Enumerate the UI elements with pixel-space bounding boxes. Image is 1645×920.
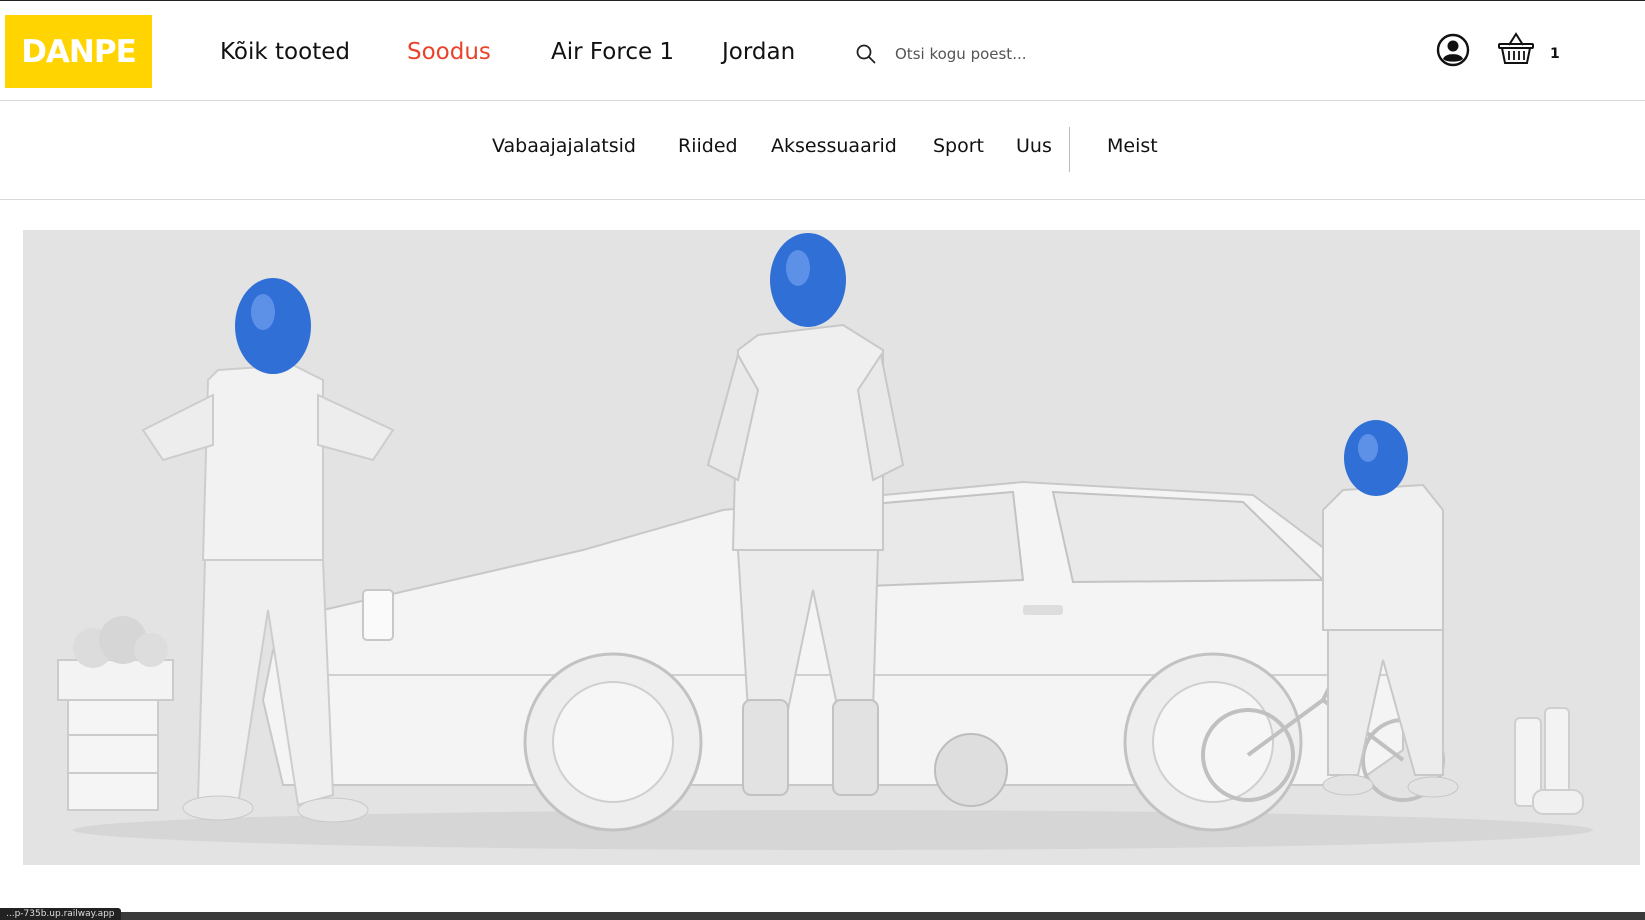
helmet-right [1344, 420, 1408, 496]
nav-sale[interactable]: Soodus [407, 34, 491, 70]
link-status-tooltip: ...p-735b.up.railway.app [0, 908, 121, 920]
category-clothing[interactable]: Riided [678, 135, 738, 157]
helmet-left [235, 278, 311, 374]
browser-bottom-edge [0, 912, 1645, 920]
hero-illustration [23, 230, 1640, 865]
cart-count-badge: 1 [1550, 46, 1560, 62]
category-sport[interactable]: Sport [933, 135, 984, 157]
nav-all-products[interactable]: Kõik tooted [220, 34, 350, 70]
search-icon[interactable] [855, 43, 877, 65]
hero-banner[interactable] [23, 230, 1640, 865]
category-casual-shoes[interactable]: Vabaajajalatsid [492, 135, 636, 157]
nav-divider [1069, 127, 1070, 172]
nav-air-force-1[interactable]: Air Force 1 [551, 34, 674, 70]
category-new[interactable]: Uus [1016, 135, 1052, 157]
category-nav: Vabaajajalatsid Riided Aksessuaarid Spor… [0, 101, 1645, 200]
boxes-illustration [57, 616, 174, 811]
account-icon[interactable] [1436, 33, 1470, 67]
site-header: DANPE Kõik tooted Soodus Air Force 1 Jor… [0, 1, 1645, 101]
logo-text: DANPE [21, 33, 137, 70]
site-logo[interactable]: DANPE [5, 15, 152, 88]
nav-jordan[interactable]: Jordan [722, 34, 795, 70]
cart-icon[interactable] [1497, 31, 1535, 67]
search-input[interactable] [895, 39, 1275, 69]
nav-about-us[interactable]: Meist [1107, 135, 1158, 157]
helmet-middle [770, 233, 846, 327]
basketball-illustration [934, 733, 1008, 807]
category-accessories[interactable]: Aksessuaarid [771, 135, 897, 157]
